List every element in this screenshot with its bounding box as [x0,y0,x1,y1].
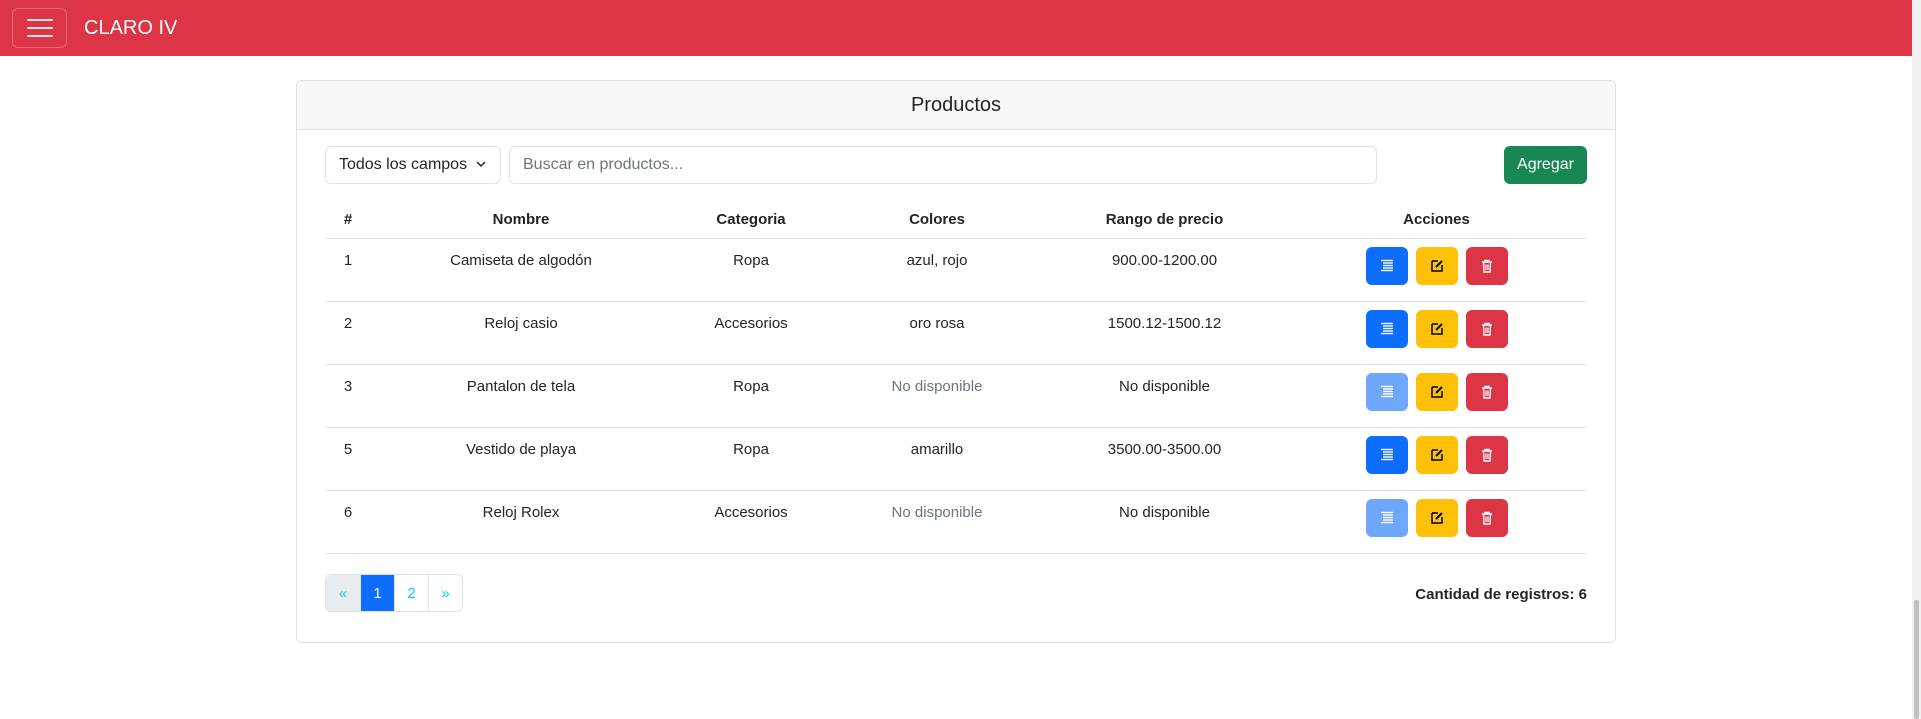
header-acciones: Acciones [1286,202,1587,239]
cell-nombre: Camiseta de algodón [371,238,671,302]
row-actions [1286,372,1587,411]
page-link-2[interactable]: 2 [394,575,428,611]
trash-icon [1481,448,1492,462]
delete-button[interactable] [1465,498,1508,537]
cell-rango: No disponible [1043,364,1286,428]
edit-icon [1430,448,1443,461]
cell-colores: No disponible [831,364,1043,428]
table-row: 1 Camiseta de algodón Ropa azul, rojo 900.00… [325,238,1587,302]
page-link-1[interactable]: 1 [360,575,394,611]
cell-colores: amarillo [831,427,1043,491]
row-actions [1286,498,1587,537]
cell-acciones [1286,301,1587,365]
row-actions [1286,309,1587,348]
header-rango: Rango de precio [1043,202,1286,239]
list-icon [1380,322,1393,334]
list-icon [1380,448,1393,460]
delete-button[interactable] [1465,435,1508,474]
row-actions [1286,246,1587,285]
cell-id: 5 [325,427,371,491]
navbar-brand[interactable]: CLARO IV [84,17,177,40]
delete-button[interactable] [1465,372,1508,411]
hamburger-icon [26,27,53,29]
detail-button[interactable] [1365,435,1408,474]
table-row: 5 Vestido de playa Ropa amarillo 3500.00-350… [325,427,1587,491]
edit-button[interactable] [1415,498,1458,537]
cell-id: 3 [325,364,371,428]
cell-acciones [1286,364,1587,428]
edit-icon [1430,322,1443,335]
header-colores: Colores [831,202,1043,239]
edit-button[interactable] [1415,372,1458,411]
pagination: « 1 2 » [325,574,463,612]
filter-selected-value: Todos los campos [339,156,468,173]
table-header-row: # Nombre Categoria Colores Rango de prec… [325,202,1587,239]
list-icon [1380,511,1393,523]
cell-id: 2 [325,301,371,365]
row-actions [1286,435,1587,474]
hamburger-icon [26,19,53,21]
trash-icon [1481,259,1492,273]
cell-rango: No disponible [1043,490,1286,554]
cell-nombre: Reloj casio [371,301,671,365]
edit-icon [1430,259,1443,272]
products-table: # Nombre Categoria Colores Rango de prec… [325,202,1587,554]
detail-button[interactable] [1365,246,1408,285]
edit-button[interactable] [1415,435,1458,474]
cell-acciones [1286,427,1587,491]
cell-nombre: Pantalon de tela [371,364,671,428]
add-product-button[interactable]: Agregar [1504,146,1587,184]
delete-button[interactable] [1465,309,1508,348]
list-icon [1380,259,1393,271]
field-filter-select[interactable]: Todos los campos [325,146,501,184]
page-prev-link[interactable]: « [326,575,360,611]
edit-icon [1430,385,1443,398]
detail-button[interactable] [1365,498,1408,537]
header-nombre: Nombre [371,202,671,239]
detail-button[interactable] [1365,309,1408,348]
cell-rango: 3500.00-3500.00 [1043,427,1286,491]
cell-colores: No disponible [831,490,1043,554]
trash-icon [1481,385,1492,399]
edit-button[interactable] [1415,246,1458,285]
scrollbar-thumb[interactable] [1914,600,1919,719]
cell-colores: oro rosa [831,301,1043,365]
cell-acciones [1286,238,1587,302]
page-next-link[interactable]: » [428,575,462,611]
products-card: Productos Todos los campos Agregar # Nom… [296,80,1616,643]
cell-acciones [1286,490,1587,554]
top-navbar: CLARO IV [0,0,1912,56]
list-icon [1380,385,1393,397]
delete-button[interactable] [1465,246,1508,285]
cell-rango: 1500.12-1500.12 [1043,301,1286,365]
edit-button[interactable] [1415,309,1458,348]
edit-icon [1430,511,1443,524]
header-number: # [325,202,371,239]
header-categoria: Categoria [671,202,831,239]
search-input[interactable] [509,146,1377,184]
cell-nombre: Reloj Rolex [371,490,671,554]
trash-icon [1481,511,1492,525]
detail-button[interactable] [1365,372,1408,411]
cell-nombre: Vestido de playa [371,427,671,491]
table-row: 6 Reloj Rolex Accesorios No disponible No di… [325,490,1587,554]
cell-rango: 900.00-1200.00 [1043,238,1286,302]
cell-id: 1 [325,238,371,302]
trash-icon [1481,322,1492,336]
chevron-down-icon [476,161,486,168]
cell-categoria: Ropa [671,427,831,491]
table-row: 3 Pantalon de tela Ropa No disponible No dis… [325,364,1587,428]
cell-categoria: Ropa [671,238,831,302]
cell-id: 6 [325,490,371,554]
cell-colores: azul, rojo [831,238,1043,302]
record-count: Cantidad de registros: 6 [1415,586,1587,603]
cell-categoria: Ropa [671,364,831,428]
menu-toggle-button[interactable] [12,8,67,48]
table-row: 2 Reloj casio Accesorios oro rosa 1500.12-15… [325,301,1587,365]
card-title: Productos [297,81,1615,130]
cell-categoria: Accesorios [671,490,831,554]
hamburger-icon [26,35,53,37]
cell-categoria: Accesorios [671,301,831,365]
